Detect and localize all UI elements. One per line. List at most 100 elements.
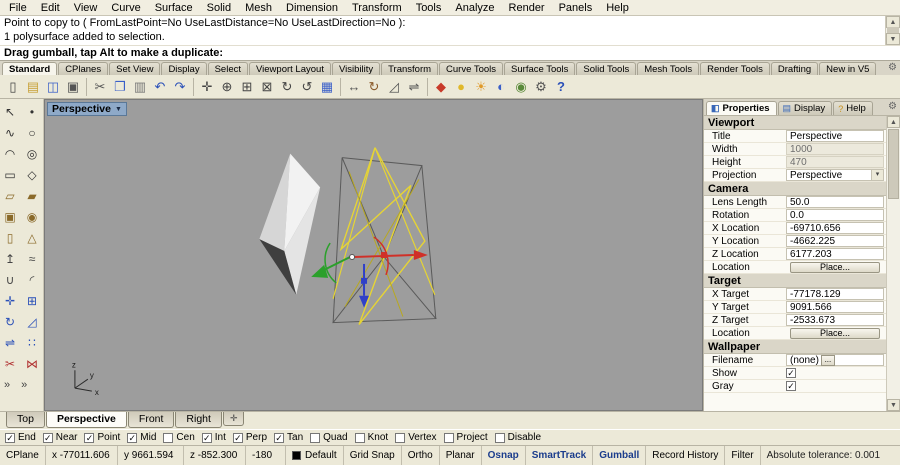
menu-item-file[interactable]: File [2, 1, 34, 15]
menu-item-solid[interactable]: Solid [200, 1, 238, 15]
toolbar-tab-curve-tools[interactable]: Curve Tools [439, 62, 504, 75]
surface-icon[interactable]: ▱ [0, 186, 20, 206]
status-cplane-button[interactable]: CPlane [0, 446, 46, 465]
panel-value-z-location[interactable]: 6177.203 [786, 248, 884, 260]
panel-tab-display[interactable]: ▤ Display [777, 101, 833, 115]
panel-value-y-target[interactable]: 9091.566 [786, 301, 884, 313]
panel-value-lens-length[interactable]: 50.0 [786, 196, 884, 208]
checkbox-show[interactable]: ✓ [786, 368, 796, 378]
extrude-icon[interactable]: ↥ [0, 249, 20, 269]
status-toggle-smarttrack[interactable]: SmartTrack [526, 446, 594, 465]
osnap-toggle-knot[interactable]: Knot [354, 432, 388, 443]
panel-scroll-down-icon[interactable]: ▼ [887, 399, 900, 411]
panel-tab-properties[interactable]: ◧ Properties [706, 101, 777, 115]
array-icon[interactable]: ∷ [22, 333, 42, 353]
status-toggle-ortho[interactable]: Ortho [402, 446, 440, 465]
undo-view-icon[interactable]: ↺ [297, 77, 317, 97]
render-icon[interactable]: ◆ [431, 77, 451, 97]
status-toggle-gumball[interactable]: Gumball [593, 446, 647, 465]
panel-tab-help[interactable]: ? Help [833, 101, 873, 115]
plane-icon[interactable]: ▰ [22, 186, 42, 206]
zoom-window-icon[interactable]: ⊞ [237, 77, 257, 97]
menu-item-surface[interactable]: Surface [148, 1, 200, 15]
toolbar-tab-display[interactable]: Display [161, 62, 207, 75]
osnap-toggle-point[interactable]: ✓ Point [84, 432, 120, 443]
command-prompt-row[interactable]: Drag gumball, tap Alt to make a duplicat… [0, 46, 900, 61]
dropdown-arrow-icon[interactable]: ▾ [871, 170, 883, 180]
toolbar-tab-select[interactable]: Select [207, 62, 248, 75]
mirror-icon[interactable]: ⇌ [404, 77, 424, 97]
menu-item-curve[interactable]: Curve [104, 1, 147, 15]
move-icon[interactable]: ↔ [344, 77, 364, 97]
scale-tool-icon[interactable]: ◿ [22, 312, 42, 332]
zoom-dynamic-icon[interactable]: ⊕ [217, 77, 237, 97]
print-icon[interactable]: ▣ [63, 77, 83, 97]
menu-item-analyze[interactable]: Analyze [448, 1, 501, 15]
panel-value-x-location[interactable]: -69710.656 [786, 222, 884, 234]
osnap-checkbox-project[interactable] [443, 432, 454, 443]
circle-icon[interactable]: ○ [22, 123, 42, 143]
save-icon[interactable]: ◫ [43, 77, 63, 97]
osnap-checkbox-mid[interactable]: ✓ [127, 432, 138, 443]
checkbox-gray[interactable]: ✓ [786, 381, 796, 391]
osnap-toggle-quad[interactable]: Quad [310, 432, 348, 443]
status-toggle-osnap[interactable]: Osnap [482, 446, 526, 465]
rotate-view-icon[interactable]: ↻ [277, 77, 297, 97]
osnap-toggle-tan[interactable]: ✓ Tan [274, 432, 303, 443]
osnap-toggle-project[interactable]: Project [443, 432, 488, 443]
paste-icon[interactable]: ▥ [130, 77, 150, 97]
shaded-viewport-icon[interactable]: ◉ [511, 77, 531, 97]
move-tool-icon[interactable]: ✛ [0, 291, 20, 311]
selected-wireframe[interactable] [332, 147, 437, 325]
osnap-checkbox-tan[interactable]: ✓ [274, 432, 285, 443]
command-history-scrollbar[interactable]: ▲ ▼ [885, 16, 900, 45]
arc-icon[interactable]: ◠ [0, 144, 20, 164]
toolbar-tab-visibility[interactable]: Visibility [331, 62, 381, 75]
viewport-tab-top[interactable]: Top [6, 412, 45, 428]
toolbar-tab-drafting[interactable]: Drafting [770, 62, 819, 75]
toolbar-tab-mesh-tools[interactable]: Mesh Tools [637, 62, 700, 75]
copy-icon[interactable]: ❐ [110, 77, 130, 97]
status-toggle-filter[interactable]: Filter [725, 446, 761, 465]
select-pointer-icon[interactable]: ↖ [0, 102, 20, 122]
menu-item-transform[interactable]: Transform [345, 1, 409, 15]
viewport-tab-perspective[interactable]: Perspective [45, 412, 127, 428]
join-icon[interactable]: ⋈ [22, 354, 42, 374]
panel-scrollbar[interactable]: ▲ ▼ [886, 116, 900, 411]
menu-item-help[interactable]: Help [599, 1, 636, 15]
toolbar-tab-solid-tools[interactable]: Solid Tools [576, 62, 637, 75]
status-toggle-planar[interactable]: Planar [440, 446, 482, 465]
osnap-toggle-perp[interactable]: ✓ Perp [232, 432, 267, 443]
copy-tool-icon[interactable]: ⊞ [22, 291, 42, 311]
rectangle-icon[interactable]: ▭ [0, 165, 20, 185]
mirror-tool-icon[interactable]: ⇌ [0, 333, 20, 353]
status-toggle-grid-snap[interactable]: Grid Snap [344, 446, 402, 465]
boolean-icon[interactable]: ∪ [0, 270, 20, 290]
cylinder-icon[interactable]: ▯ [0, 228, 20, 248]
osnap-checkbox-end[interactable]: ✓ [5, 432, 15, 443]
osnap-toggle-cen[interactable]: Cen [163, 432, 195, 443]
toolbar-tab-surface-tools[interactable]: Surface Tools [504, 62, 576, 75]
panel-scrollbar-thumb[interactable] [888, 129, 899, 199]
toolbar-tab-render-tools[interactable]: Render Tools [700, 62, 770, 75]
osnap-toggle-int[interactable]: ✓ Int [201, 432, 226, 443]
viewport-title-menu-icon[interactable]: ▼ [115, 106, 122, 113]
osnap-toggle-vertex[interactable]: Vertex [395, 432, 437, 443]
osnap-checkbox-vertex[interactable] [395, 432, 406, 443]
osnap-checkbox-point[interactable]: ✓ [84, 432, 95, 443]
scroll-down-icon[interactable]: ▼ [886, 33, 900, 45]
trim-icon[interactable]: ✂ [0, 354, 20, 374]
toolbar-tab-set-view[interactable]: Set View [109, 62, 161, 75]
toolbar-tab-cplanes[interactable]: CPlanes [58, 62, 109, 75]
viewport-tab-front[interactable]: Front [127, 412, 175, 428]
box-icon[interactable]: ▣ [0, 207, 20, 227]
toolbar-tab-standard[interactable]: Standard [2, 62, 58, 75]
panel-value-projection[interactable]: Perspective ▾ [786, 169, 884, 181]
browse-button[interactable]: ... [820, 354, 835, 366]
sidebar-overflow-chevrons[interactable]: » » [0, 379, 43, 391]
rotate-icon[interactable]: ↻ [364, 77, 384, 97]
rotate-tool-icon[interactable]: ↻ [0, 312, 20, 332]
cone-icon[interactable]: △ [22, 228, 42, 248]
viewport-tab-right[interactable]: Right [175, 412, 222, 428]
panel-value-title[interactable]: Perspective [786, 130, 884, 142]
